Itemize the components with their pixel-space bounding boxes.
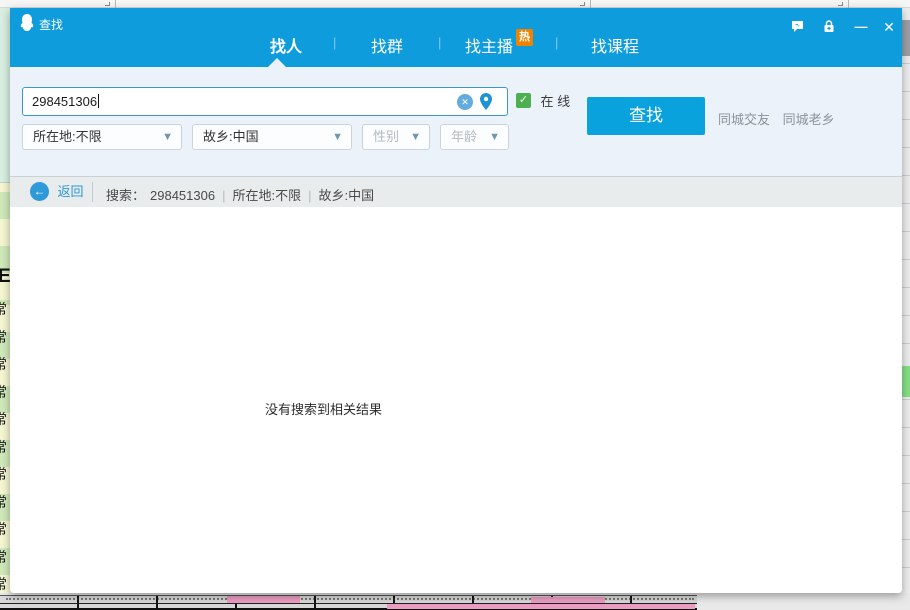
- empty-results-message: 没有搜索到相关结果: [265, 399, 382, 418]
- tab-find-people[interactable]: 找人: [256, 33, 316, 57]
- bg-cell-mark: [838, 2, 843, 6]
- bg-left-column-text: 常常常常常常常常常常常: [0, 296, 10, 593]
- same-city-friends-link[interactable]: 同城交友: [718, 112, 770, 127]
- bg-cell-divider: [848, 0, 849, 8]
- summary-filter-location: 所在地:不限: [232, 188, 301, 203]
- online-checkbox[interactable]: ✓ 在 线: [516, 93, 570, 108]
- age-filter-dropdown[interactable]: 年龄 ▼: [440, 124, 509, 150]
- results-area: 没有搜索到相关结果: [10, 207, 902, 593]
- chevron-down-icon: ▼: [410, 125, 421, 149]
- background-spreadsheet-bottom-strip: [0, 593, 910, 610]
- bg-cell-mark: [580, 2, 585, 6]
- gender-filter-value: 性别: [373, 129, 399, 144]
- minimize-button[interactable]: —: [850, 18, 872, 36]
- location-filter-dropdown[interactable]: 所在地:不限 ▼: [22, 124, 182, 150]
- back-arrow-icon: ←: [30, 182, 49, 201]
- quick-links: 同城交友 同城老乡: [718, 109, 844, 128]
- background-document-top-strip: [0, 0, 910, 8]
- bg-right-green-cell: [902, 366, 910, 397]
- search-input[interactable]: 298451306 ✕: [22, 87, 508, 116]
- chevron-down-icon: ▼: [332, 125, 343, 149]
- same-city-townsmen-link[interactable]: 同城老乡: [783, 112, 835, 127]
- checkbox-check-icon: ✓: [516, 93, 531, 108]
- bg-bottom-pink-cell: [387, 604, 695, 609]
- tab-separator: |: [333, 35, 336, 50]
- tab-separator: |: [438, 35, 441, 50]
- age-filter-value: 年龄: [451, 129, 477, 144]
- tab-find-streamers[interactable]: 找主播热: [465, 33, 533, 57]
- summary-text: 搜索：298451306|所在地:不限|故乡:中国: [106, 185, 374, 204]
- online-label: 在 线: [540, 94, 570, 109]
- hometown-filter-dropdown[interactable]: 故乡:中国 ▼: [192, 124, 352, 150]
- tab-find-courses[interactable]: 找课程: [583, 33, 647, 57]
- bg-cell-divider: [115, 0, 116, 8]
- bg-left-partial-glyph: E: [0, 266, 10, 288]
- chevron-down-icon: ▼: [489, 125, 500, 149]
- search-input-value: 298451306: [32, 94, 99, 109]
- feedback-icon[interactable]: [786, 18, 808, 36]
- find-window: 查找 找人 | 找群 | 找主播热 | 找课程 — ✕ 298451306 ✕ …: [10, 8, 902, 593]
- lock-icon[interactable]: [818, 18, 840, 36]
- tab-separator: |: [555, 35, 558, 50]
- back-label: 返回: [57, 182, 83, 201]
- bg-cell-divider: [590, 0, 591, 8]
- background-spreadsheet-left-strip: E 常常常常常常常常常常常: [0, 8, 10, 593]
- find-button[interactable]: 查找: [587, 97, 705, 135]
- background-spreadsheet-right-strip: [902, 8, 910, 593]
- back-button[interactable]: ← 返回: [30, 182, 83, 201]
- qq-penguin-icon: [19, 14, 35, 32]
- hometown-filter-value: 故乡:中国: [203, 129, 259, 144]
- hot-badge: 热: [516, 29, 533, 46]
- active-tab-caret: [268, 58, 286, 67]
- location-pin-icon[interactable]: [479, 92, 493, 116]
- gender-filter-dropdown[interactable]: 性别 ▼: [362, 124, 430, 150]
- search-summary-bar: ← 返回 搜索：298451306|所在地:不限|故乡:中国: [10, 176, 902, 207]
- tab-find-groups[interactable]: 找群: [357, 33, 417, 57]
- summary-filter-hometown: 故乡:中国: [319, 188, 375, 203]
- titlebar: 查找 找人 | 找群 | 找主播热 | 找课程 — ✕: [10, 8, 902, 67]
- clear-input-icon[interactable]: ✕: [457, 94, 473, 110]
- close-button[interactable]: ✕: [878, 18, 900, 36]
- summary-separator: |: [215, 188, 232, 203]
- bg-right-dark-cell: [902, 20, 910, 56]
- location-filter-value: 所在地:不限: [33, 129, 102, 144]
- text-caret: [98, 94, 99, 108]
- summary-prefix: 搜索：: [106, 188, 145, 203]
- chevron-down-icon: ▼: [162, 125, 173, 149]
- window-title: 查找: [39, 16, 63, 33]
- search-panel: 298451306 ✕ ✓ 在 线 所在地:不限 ▼ 故乡:中国 ▼ 性别 ▼ …: [10, 67, 902, 176]
- bg-cell-mark: [105, 2, 110, 6]
- bg-left-cyan-band: [0, 8, 10, 183]
- summary-query: 298451306: [145, 188, 215, 203]
- summary-separator: |: [301, 188, 318, 203]
- tab-find-streamers-label: 找主播: [465, 39, 513, 56]
- summary-divider: [92, 182, 93, 202]
